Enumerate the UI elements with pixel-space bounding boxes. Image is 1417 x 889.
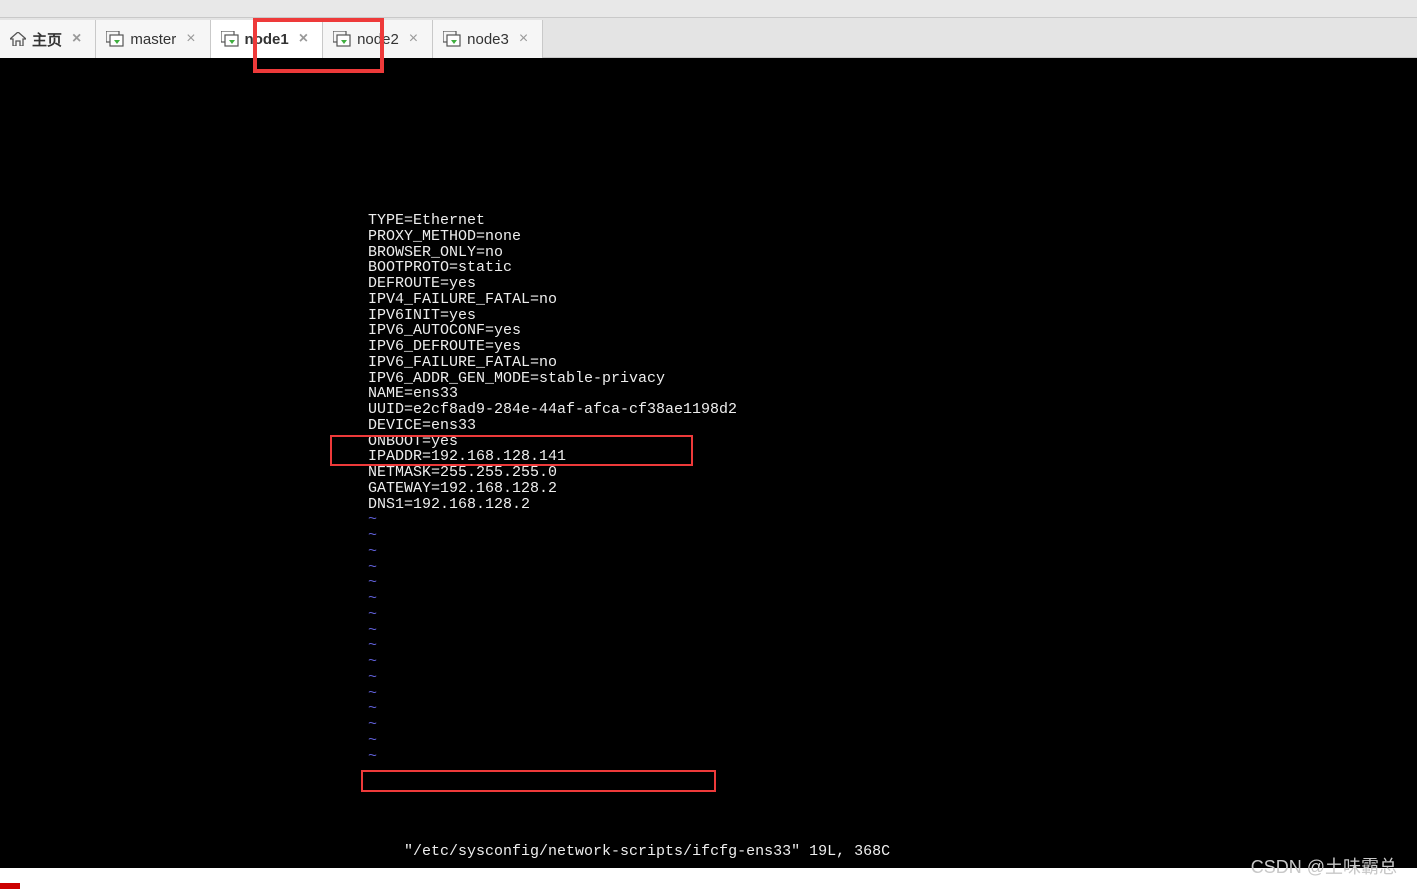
vm-icon [106,31,124,47]
vim-status-line: "/etc/sysconfig/network-scripts/ifcfg-en… [368,828,890,875]
tab-home-close[interactable]: × [68,30,85,48]
terminal-content: TYPE=Ethernet PROXY_METHOD=none BROWSER_… [368,213,737,764]
terminal-pane[interactable]: TYPE=Ethernet PROXY_METHOD=none BROWSER_… [0,58,1417,868]
tab-node3-label: node3 [467,31,509,48]
vim-file-path: "/etc/sysconfig/network-scripts/ifcfg-en… [404,843,800,860]
tab-bar: 主页 × master × node1 × node2 × node3 × [0,18,1417,58]
tab-node3[interactable]: node3 × [433,20,543,58]
tab-node1-close[interactable]: × [295,30,312,48]
tab-master[interactable]: master × [96,20,210,58]
bottom-corner-indicator [0,883,20,889]
watermark: CSDN @土味霸总 [1251,853,1397,879]
tab-node2[interactable]: node2 × [323,20,433,58]
tab-node2-close[interactable]: × [405,30,422,48]
tab-node2-label: node2 [357,31,399,48]
toolbar-strip [0,0,1417,18]
home-icon [10,32,26,46]
tab-node1-label: node1 [245,31,289,48]
tab-master-close[interactable]: × [182,30,199,48]
tab-node1[interactable]: node1 × [211,20,324,58]
vm-icon [443,31,461,47]
tab-home-label: 主页 [32,29,62,50]
vim-file-info: 19L, 368C [800,843,890,860]
tab-home[interactable]: 主页 × [0,20,96,58]
vm-icon [221,31,239,47]
tab-master-label: master [130,31,176,48]
tab-node3-close[interactable]: × [515,30,532,48]
vm-icon [333,31,351,47]
